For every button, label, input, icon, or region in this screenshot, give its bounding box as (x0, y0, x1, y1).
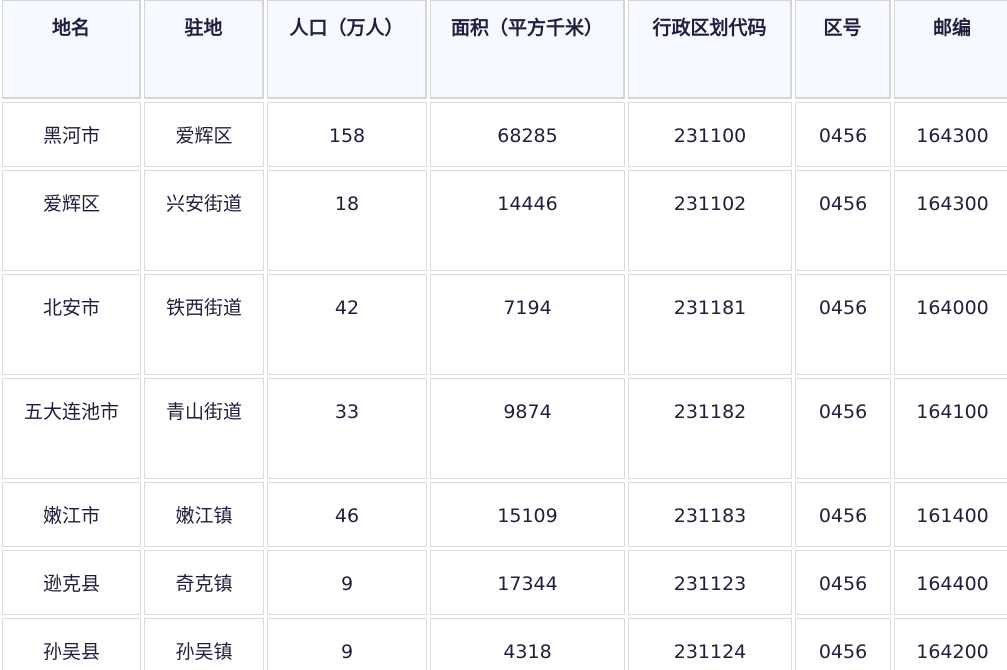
header-area: 面积（平方千米） (430, 0, 625, 99)
table-row: 爱辉区 兴安街道 18 14446 231102 0456 164300 (2, 170, 1007, 271)
header-postal-code: 邮编 (894, 0, 1007, 99)
table-row: 逊克县 奇克镇 9 17344 231123 0456 164400 (2, 550, 1007, 615)
cell-area-code: 0456 (795, 482, 891, 547)
header-place-name: 地名 (2, 0, 141, 99)
admin-division-table: 地名 驻地 人口（万人） 面积（平方千米） 行政区划代码 区号 邮编 黑河市 爱… (0, 0, 1007, 670)
cell-area-code: 0456 (795, 274, 891, 375)
cell-seat: 爱辉区 (144, 102, 264, 167)
table-header-row: 地名 驻地 人口（万人） 面积（平方千米） 行政区划代码 区号 邮编 (2, 0, 1007, 99)
cell-seat: 孙吴镇 (144, 618, 264, 670)
cell-area: 4318 (430, 618, 625, 670)
table-row: 孙吴县 孙吴镇 9 4318 231124 0456 164200 (2, 618, 1007, 670)
cell-area-code: 0456 (795, 550, 891, 615)
cell-division-code: 231181 (628, 274, 792, 375)
cell-area: 17344 (430, 550, 625, 615)
cell-postal-code: 164000 (894, 274, 1007, 375)
table-row: 黑河市 爱辉区 158 68285 231100 0456 164300 (2, 102, 1007, 167)
cell-place-name: 北安市 (2, 274, 141, 375)
cell-division-code: 231182 (628, 378, 792, 479)
cell-population: 46 (267, 482, 427, 547)
cell-area-code: 0456 (795, 102, 891, 167)
cell-seat: 铁西街道 (144, 274, 264, 375)
table-row: 北安市 铁西街道 42 7194 231181 0456 164000 (2, 274, 1007, 375)
table-row: 五大连池市 青山街道 33 9874 231182 0456 164100 (2, 378, 1007, 479)
cell-place-name: 爱辉区 (2, 170, 141, 271)
cell-seat: 兴安街道 (144, 170, 264, 271)
cell-area-code: 0456 (795, 378, 891, 479)
cell-area: 68285 (430, 102, 625, 167)
table-container: 地名 驻地 人口（万人） 面积（平方千米） 行政区划代码 区号 邮编 黑河市 爱… (0, 0, 1007, 670)
header-division-code: 行政区划代码 (628, 0, 792, 99)
cell-place-name: 孙吴县 (2, 618, 141, 670)
cell-seat: 嫩江镇 (144, 482, 264, 547)
cell-division-code: 231102 (628, 170, 792, 271)
cell-place-name: 嫩江市 (2, 482, 141, 547)
cell-division-code: 231183 (628, 482, 792, 547)
header-population: 人口（万人） (267, 0, 427, 99)
cell-area: 9874 (430, 378, 625, 479)
cell-postal-code: 164300 (894, 170, 1007, 271)
cell-area: 7194 (430, 274, 625, 375)
cell-population: 42 (267, 274, 427, 375)
table-row: 嫩江市 嫩江镇 46 15109 231183 0456 161400 (2, 482, 1007, 547)
cell-postal-code: 164400 (894, 550, 1007, 615)
cell-division-code: 231123 (628, 550, 792, 615)
cell-place-name: 黑河市 (2, 102, 141, 167)
cell-population: 9 (267, 550, 427, 615)
cell-population: 9 (267, 618, 427, 670)
cell-postal-code: 164100 (894, 378, 1007, 479)
cell-seat: 奇克镇 (144, 550, 264, 615)
cell-area: 14446 (430, 170, 625, 271)
cell-area-code: 0456 (795, 170, 891, 271)
cell-place-name: 逊克县 (2, 550, 141, 615)
cell-place-name: 五大连池市 (2, 378, 141, 479)
header-seat: 驻地 (144, 0, 264, 99)
cell-population: 18 (267, 170, 427, 271)
cell-area-code: 0456 (795, 618, 891, 670)
cell-division-code: 231124 (628, 618, 792, 670)
cell-population: 33 (267, 378, 427, 479)
cell-seat: 青山街道 (144, 378, 264, 479)
cell-postal-code: 161400 (894, 482, 1007, 547)
cell-population: 158 (267, 102, 427, 167)
cell-postal-code: 164300 (894, 102, 1007, 167)
cell-postal-code: 164200 (894, 618, 1007, 670)
header-area-code: 区号 (795, 0, 891, 99)
cell-division-code: 231100 (628, 102, 792, 167)
cell-area: 15109 (430, 482, 625, 547)
